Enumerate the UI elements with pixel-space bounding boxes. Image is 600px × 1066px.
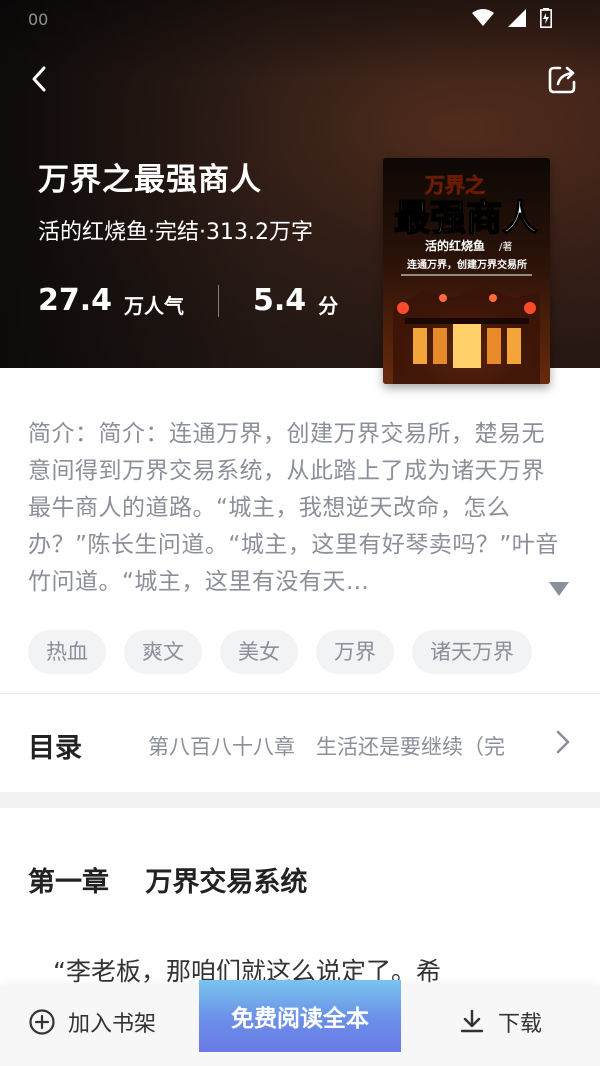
- status-time: 00: [28, 10, 49, 29]
- download-button[interactable]: 下载: [458, 1006, 542, 1038]
- cover-author-suffix: /著: [499, 240, 512, 253]
- book-detail-page: 00 万界之最强商人 活的红烧鱼·完结·313.2万字 27.4 万人气 5.4: [0, 0, 600, 1066]
- status-bar: 00: [0, 0, 600, 40]
- stats-divider: [218, 284, 220, 317]
- book-cover-art: 万界之 最强商人 活的红烧鱼 /著 连通万界，创建万界交易所: [383, 158, 550, 384]
- tag-item[interactable]: 美女: [220, 630, 298, 674]
- free-read-button[interactable]: 免费阅读全本: [199, 980, 401, 1052]
- tag-item[interactable]: 万界: [316, 630, 394, 674]
- book-cover[interactable]: 万界之 最强商人 活的红烧鱼 /著 连通万界，创建万界交易所: [383, 158, 550, 384]
- bottom-action-bar: 加入书架 免费阅读全本 下载: [0, 980, 600, 1066]
- cover-author: 活的红烧鱼: [425, 238, 485, 253]
- cover-title-main: 最强商人: [394, 197, 538, 239]
- signal-icon: [508, 9, 526, 27]
- free-read-label: 免费阅读全本: [231, 1006, 369, 1032]
- add-to-shelf-label: 加入书架: [68, 1012, 157, 1037]
- tag-item[interactable]: 诸天万界: [412, 630, 532, 674]
- score-unit: 分: [318, 294, 339, 318]
- chapter-title: 第一章 万界交易系统: [28, 867, 308, 898]
- book-synopsis: 简介：简介：连通万界，创建万界交易所，楚易无意间得到万界交易系统，从此踏上了成为…: [28, 421, 559, 595]
- back-button[interactable]: [22, 62, 56, 96]
- tag-item[interactable]: 热血: [28, 630, 106, 674]
- catalog-row[interactable]: 目录 第八百八十八章 生活还是要继续（完: [0, 694, 600, 792]
- book-title: 万界之最强商人: [38, 162, 262, 198]
- popularity-unit: 万人气: [124, 294, 185, 318]
- status-icons: [472, 8, 552, 28]
- section-gap: [0, 792, 600, 808]
- cover-tagline: 连通万界，创建万界交易所: [407, 258, 527, 271]
- chevron-right-icon: [556, 730, 570, 754]
- score-value: 5.4: [253, 283, 307, 318]
- popularity-value: 27.4: [38, 283, 113, 318]
- wifi-icon: [472, 9, 494, 26]
- tag-item[interactable]: 爽文: [124, 630, 202, 674]
- back-arrow-icon: [32, 66, 46, 92]
- add-to-shelf-button[interactable]: 加入书架: [28, 1006, 156, 1038]
- tag-list: 热血 爽文 美女 万界 诸天万界: [28, 630, 532, 674]
- share-icon: [548, 66, 576, 94]
- share-button[interactable]: [544, 62, 580, 98]
- plus-circle-icon: [29, 1009, 55, 1035]
- book-meta: 活的红烧鱼·完结·313.2万字: [38, 220, 313, 245]
- cover-title-top: 万界之: [424, 173, 485, 197]
- latest-chapter: 第八百八十八章 生活还是要继续（完: [148, 735, 505, 759]
- catalog-label: 目录: [28, 733, 82, 764]
- expand-synopsis-icon[interactable]: [549, 582, 569, 596]
- download-icon: [460, 1009, 484, 1033]
- book-stats: 27.4 万人气 5.4 分: [38, 282, 338, 319]
- battery-icon: [540, 8, 552, 28]
- download-label: 下载: [498, 1012, 543, 1037]
